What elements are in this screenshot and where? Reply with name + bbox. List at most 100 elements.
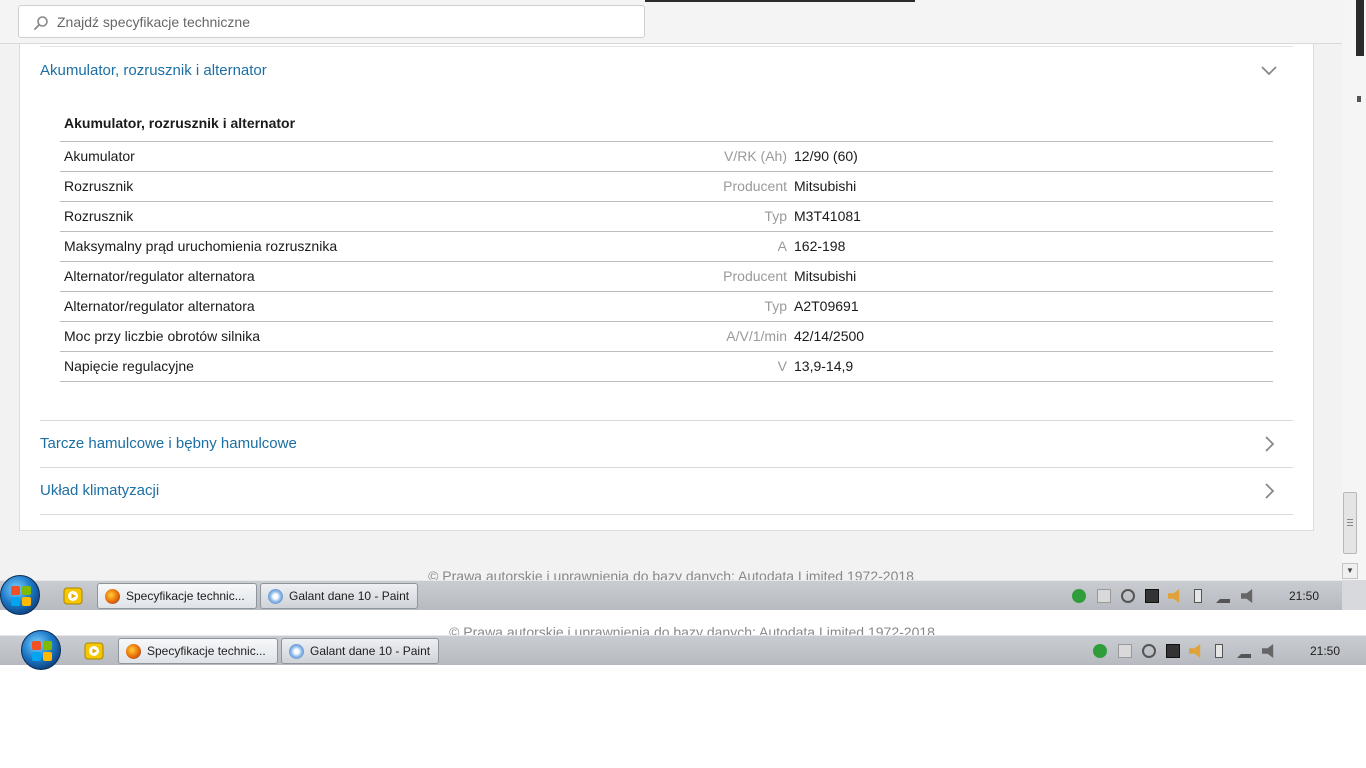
browser-page: Akumulator, rozrusznik i alternator Akum… [0,0,1342,580]
scrollbar-marker [1357,96,1361,102]
scrollbar-top-strip [1356,0,1364,56]
spec-table: Akumulator, rozrusznik i alternator Akum… [60,108,1273,382]
action-center-flag-icon[interactable] [1118,644,1132,658]
section-header-ac[interactable]: Układ klimatyzacji [40,467,1293,513]
taskbar-item-paint[interactable]: Galant dane 10 - Paint [260,583,418,609]
windows-logo-icon [11,586,20,595]
section-title[interactable]: Układ klimatyzacji [40,468,159,514]
row-value: 12/90 (60) [794,148,858,164]
windows-taskbar: Specyfikacje technic... Galant dane 10 -… [0,575,1366,615]
action-center-flag-icon[interactable] [1097,589,1111,603]
row-name: Napięcie regulacyjne [64,358,194,374]
row-unit: Typ [764,298,787,314]
table-row: Akumulator V/RK (Ah) 12/90 (60) [60,142,1273,172]
chevron-right-icon[interactable] [1259,434,1279,454]
paint-icon [289,644,304,659]
taskbar-clock[interactable]: 21:50 [1310,636,1340,666]
volume-icon[interactable] [1189,644,1201,658]
row-value: M3T41081 [794,208,861,224]
row-value: 42/14/2500 [794,328,865,344]
section-header-battery[interactable]: Akumulator, rozrusznik i alternator [40,48,1293,94]
grip-line [1347,522,1353,523]
taskbar-item-label: Specyfikacje technic... [147,644,266,658]
section-header-brakes[interactable]: Tarcze hamulcowe i bębny hamulcowe [40,420,1293,466]
row-unit: A/V/1/min [726,328,787,344]
scrollbar-thumb[interactable] [1343,492,1357,554]
search-icon [34,16,48,30]
system-tray [1070,581,1270,611]
taskbar-clock[interactable]: 21:50 [1289,581,1319,611]
system-tray [1091,636,1291,666]
update-icon[interactable] [1121,589,1135,603]
speaker-icon[interactable] [1241,589,1253,603]
start-button[interactable] [0,575,40,615]
taskbar-item-firefox[interactable]: Specyfikacje technic... [97,583,257,609]
section-title[interactable]: Tarcze hamulcowe i bębny hamulcowe [40,421,297,467]
display-icon[interactable] [1145,589,1159,603]
search-box[interactable] [18,5,645,38]
header-accent-line [645,0,915,2]
media-player-icon[interactable] [62,585,84,607]
divider [40,46,1293,47]
battery-icon[interactable] [1194,589,1202,603]
row-unit: V/RK (Ah) [723,148,787,164]
row-name: Rozrusznik [64,178,134,194]
battery-icon[interactable] [1215,644,1223,658]
start-button[interactable] [21,630,61,670]
row-unit: Producent [723,178,787,194]
windows-logo-icon [11,597,20,606]
signal-icon[interactable] [1216,589,1230,603]
row-name: Moc przy liczbie obrotów silnika [64,328,261,344]
table-row: Alternator/regulator alternatora Produce… [60,262,1273,292]
taskbar-item-paint[interactable]: Galant dane 10 - Paint [281,638,439,664]
spec-table-title: Akumulator, rozrusznik i alternator [60,108,1273,142]
speaker-icon[interactable] [1262,644,1274,658]
row-value: A2T09691 [794,298,859,314]
windows-logo-icon [43,641,52,650]
windows-logo-icon [32,641,41,650]
spec-card: Akumulator, rozrusznik i alternator Akum… [19,44,1314,531]
row-value: Mitsubishi [794,178,857,194]
search-input[interactable] [57,11,627,33]
volume-icon[interactable] [1168,589,1180,603]
row-unit: V [777,358,787,374]
security-shield-icon[interactable] [1072,589,1086,603]
media-player-icon[interactable] [83,640,105,662]
chevron-down-icon[interactable] [1259,61,1279,81]
row-value: 162-198 [794,238,846,254]
copyright-text: © Prawa autorskie i uprawnienia do bazy … [428,568,914,580]
windows-taskbar: Specyfikacje technic... Galant dane 10 -… [0,630,1366,670]
row-name: Alternator/regulator alternatora [64,298,255,314]
row-name: Maksymalny prąd uruchomienia rozrusznika [64,238,338,254]
table-row: Maksymalny prąd uruchomienia rozrusznika… [60,232,1273,262]
display-icon[interactable] [1166,644,1180,658]
scroll-down-arrow-icon[interactable]: ▼ [1342,563,1358,579]
row-unit: A [777,238,787,254]
security-shield-icon[interactable] [1093,644,1107,658]
table-row: Moc przy liczbie obrotów silnika A/V/1/m… [60,322,1273,352]
row-name: Alternator/regulator alternatora [64,268,255,284]
row-unit: Producent [723,268,787,284]
grip-line [1347,519,1353,520]
row-value: 13,9-14,9 [794,358,854,374]
chevron-right-icon[interactable] [1259,481,1279,501]
grip-line [1347,525,1353,526]
paint-icon [268,589,283,604]
table-row: Alternator/regulator alternatora Typ A2T… [60,292,1273,322]
table-row: Napięcie regulacyjne V 13,9-14,9 [60,352,1273,382]
row-unit: Typ [764,208,787,224]
row-value: Mitsubishi [794,268,857,284]
taskbar-item-label: Specyfikacje technic... [126,589,245,603]
windows-logo-icon [32,652,41,661]
windows-logo-icon [43,652,52,661]
table-row: Rozrusznik Typ M3T41081 [60,202,1273,232]
row-name: Rozrusznik [64,208,134,224]
update-icon[interactable] [1142,644,1156,658]
taskbar-item-firefox[interactable]: Specyfikacje technic... [118,638,278,664]
table-row: Rozrusznik Producent Mitsubishi [60,172,1273,202]
firefox-icon [126,644,141,659]
firefox-icon [105,589,120,604]
signal-icon[interactable] [1237,644,1251,658]
section-title[interactable]: Akumulator, rozrusznik i alternator [40,48,267,94]
divider [40,514,1293,515]
